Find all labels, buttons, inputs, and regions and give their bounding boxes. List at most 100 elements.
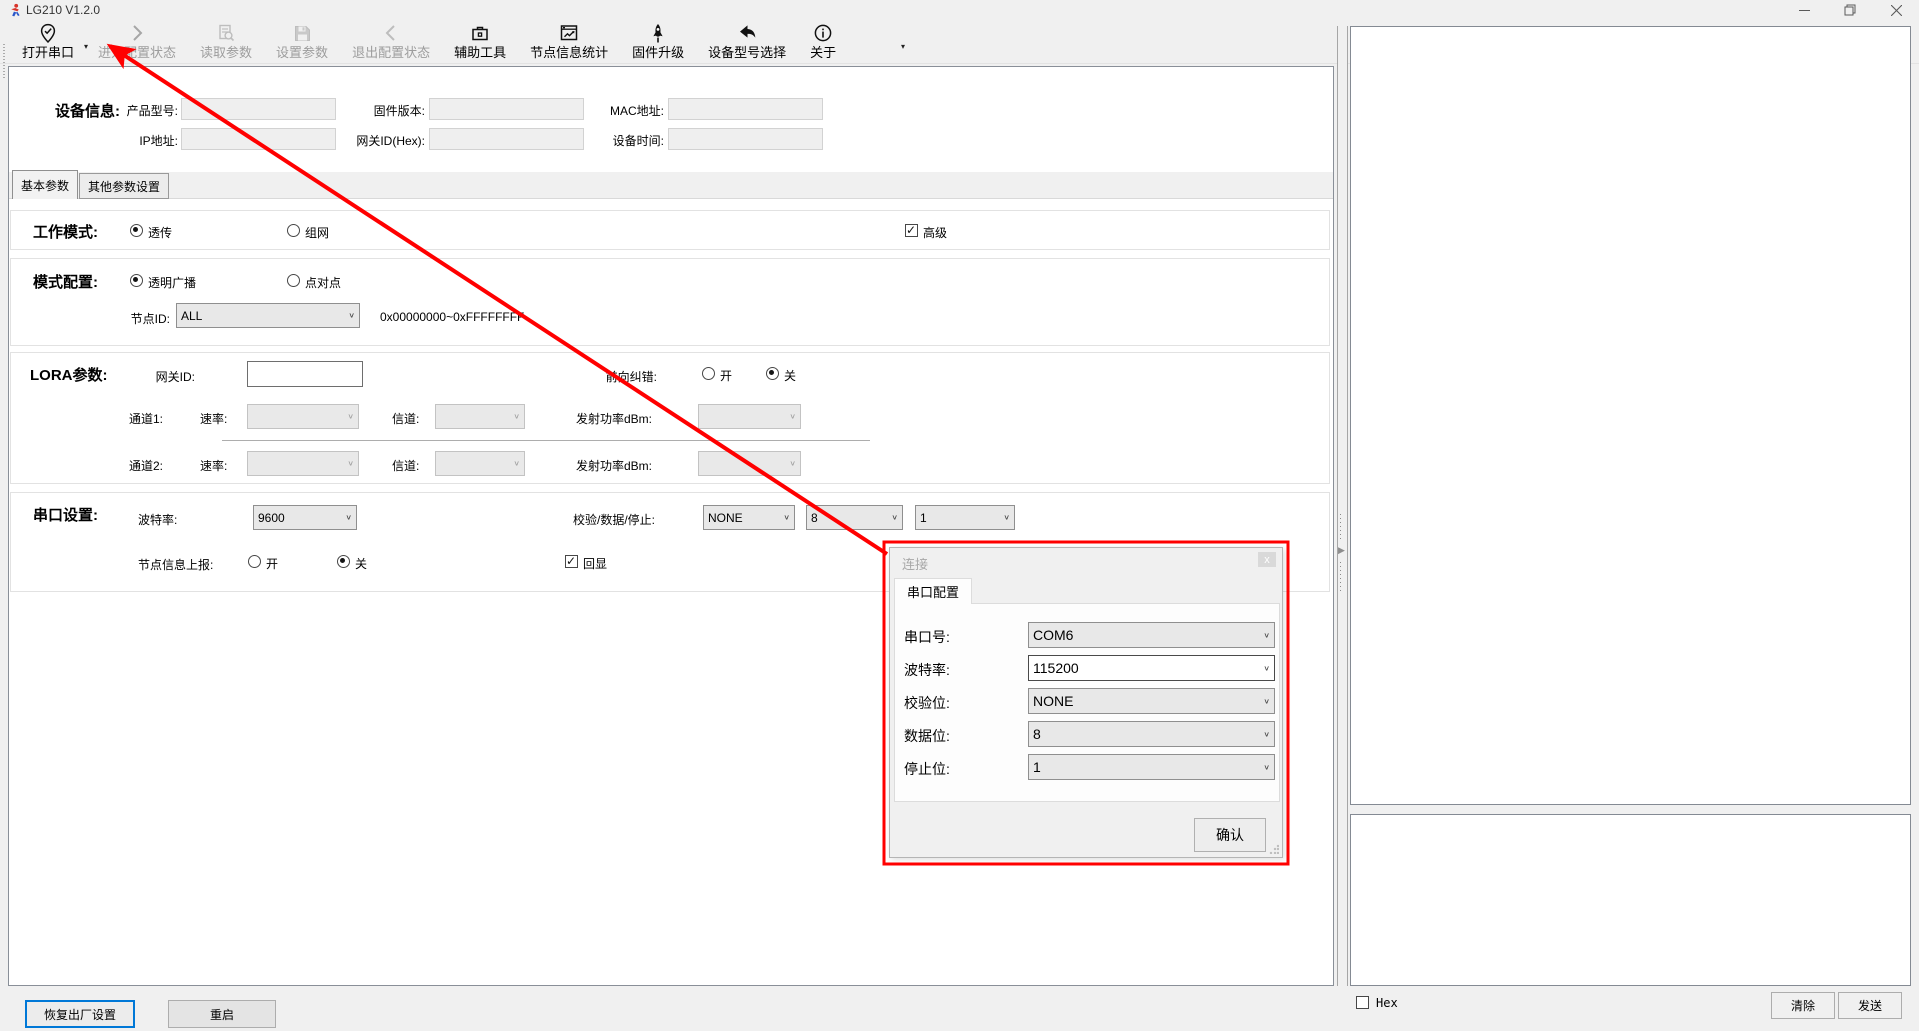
toolbar-item-label: 固件升级: [632, 45, 684, 61]
toolbar-about-button[interactable]: 关于: [798, 20, 848, 61]
channel2-channel-combo[interactable]: ∨: [435, 451, 525, 476]
channel2-power-combo[interactable]: ∨: [698, 451, 801, 476]
lora-params-title: LORA参数:: [30, 364, 108, 385]
toolbox-icon: [470, 22, 490, 44]
baud-rate-combo[interactable]: 9600∨: [253, 505, 357, 530]
node-report-radio-off[interactable]: [337, 555, 350, 568]
close-button[interactable]: [1873, 0, 1919, 20]
channel1-power-combo[interactable]: ∨: [698, 404, 801, 429]
channel-divider: [222, 440, 870, 441]
receive-log-panel[interactable]: [1350, 26, 1911, 805]
mode-option-label: 透明广播: [148, 274, 196, 291]
splitter-dots: [1340, 562, 1341, 594]
splitter-dots: [1340, 514, 1341, 542]
dialog-confirm-button[interactable]: 确认: [1194, 818, 1266, 852]
toolbar-item-label: 进入配置状态: [98, 45, 176, 61]
work-mode-title: 工作模式:: [33, 221, 98, 242]
echo-checkbox[interactable]: ✓: [565, 555, 578, 568]
node-id-range-hint: 0x00000000~0xFFFFFFFF: [380, 310, 524, 324]
dialog-resize-grip[interactable]: [1269, 844, 1279, 854]
channel2-rate-combo[interactable]: ∨: [247, 451, 359, 476]
ip-address-field[interactable]: [181, 128, 336, 150]
com-port-combo[interactable]: COM6∨: [1028, 622, 1275, 648]
toolbar-item-label: 读取参数: [200, 45, 252, 61]
parity-combo[interactable]: NONE∨: [703, 505, 795, 530]
toolbar-model-select-button[interactable]: 设备型号选择: [696, 20, 798, 61]
toolbar-open-serial-button[interactable]: 打开串口: [10, 20, 86, 61]
node-report-off-label: 关: [355, 555, 367, 572]
close-icon: [1891, 5, 1902, 16]
fec-off-label: 关: [784, 367, 796, 384]
toolbar-exit-config-button[interactable]: 退出配置状态: [340, 20, 442, 61]
toolbar-enter-config-button[interactable]: 进入配置状态: [86, 20, 188, 61]
gateway-id-hex-field[interactable]: [429, 128, 584, 150]
app-window: LG210 V1.2.0 打开串口 ▾: [0, 0, 1919, 1031]
chevron-down-icon: ∨: [783, 513, 790, 522]
toolbar-read-params-button[interactable]: 读取参数: [188, 20, 264, 61]
channel1-rate-combo[interactable]: ∨: [247, 404, 359, 429]
work-mode-radio-network[interactable]: [287, 224, 300, 237]
mode-radio-broadcast[interactable]: [130, 274, 143, 287]
chevron-down-icon: ∨: [789, 412, 796, 421]
toolbar-grip[interactable]: [3, 44, 5, 78]
node-id-combo[interactable]: ALL∨: [176, 303, 360, 328]
dialog-data-bits-label: 数据位:: [904, 726, 950, 746]
toolbar-item-label: 关于: [810, 45, 836, 61]
dialog-close-button[interactable]: x: [1258, 552, 1276, 567]
dialog-data-bits-combo[interactable]: 8∨: [1028, 721, 1275, 747]
advanced-checkbox[interactable]: ✓: [905, 224, 918, 237]
mode-radio-p2p[interactable]: [287, 274, 300, 287]
channel1-channel-combo[interactable]: ∨: [435, 404, 525, 429]
factory-reset-button[interactable]: 恢复出厂设置: [25, 1000, 135, 1028]
panel-splitter[interactable]: ▶: [1337, 26, 1348, 986]
chevron-down-icon: ∨: [1263, 730, 1270, 739]
dialog-baud-combo[interactable]: 115200∨: [1028, 655, 1275, 681]
about-caret-icon[interactable]: ▾: [901, 42, 905, 51]
data-bits-combo[interactable]: 8∨: [806, 505, 903, 530]
product-model-field[interactable]: [181, 98, 336, 120]
serial-settings-title: 串口设置:: [33, 504, 98, 525]
mac-address-field[interactable]: [668, 98, 823, 120]
toolbar-node-stats-button[interactable]: 节点信息统计: [518, 20, 620, 61]
node-report-radio-on[interactable]: [248, 555, 261, 568]
dialog-stop-bits-label: 停止位:: [904, 759, 950, 779]
baud-rate-label: 波特率:: [138, 511, 177, 528]
dialog-tab-serial-config[interactable]: 串口配置: [894, 578, 972, 604]
stats-window-icon: [559, 22, 579, 44]
clear-button[interactable]: 清除: [1771, 992, 1835, 1019]
tab-other-params[interactable]: 其他参数设置: [79, 173, 169, 199]
fec-radio-on[interactable]: [702, 367, 715, 380]
firmware-version-field[interactable]: [429, 98, 584, 120]
stop-bits-combo[interactable]: 1∨: [915, 505, 1015, 530]
send-button[interactable]: 发送: [1838, 992, 1902, 1019]
rate-label: 速率:: [200, 410, 227, 427]
dialog-stop-bits-combo[interactable]: 1∨: [1028, 754, 1275, 780]
splitter-collapse-icon[interactable]: ▶: [1338, 545, 1345, 556]
chevron-left-icon: [382, 22, 400, 44]
toolbar-write-params-button[interactable]: 设置参数: [264, 20, 340, 61]
chevron-down-icon: ∨: [1263, 763, 1270, 772]
chevron-down-icon: ∨: [348, 311, 355, 320]
work-mode-section: [10, 210, 1330, 250]
reboot-button[interactable]: 重启: [168, 1000, 276, 1028]
lora-gateway-id-label: 网关ID:: [137, 368, 195, 385]
undo-arrow-icon: [737, 22, 758, 44]
hex-checkbox[interactable]: [1356, 996, 1369, 1009]
tab-basic-params[interactable]: 基本参数: [12, 170, 78, 199]
minimize-button[interactable]: [1781, 0, 1827, 20]
device-time-field[interactable]: [668, 128, 823, 150]
com-port-label: 串口号:: [904, 627, 950, 647]
lora-gateway-id-input[interactable]: [247, 361, 363, 387]
toolbar-firmware-upgrade-button[interactable]: 固件升级: [620, 20, 696, 61]
open-serial-caret-icon[interactable]: ▾: [84, 42, 88, 51]
rate-label: 速率:: [200, 457, 227, 474]
toolbar-aux-tools-button[interactable]: 辅助工具: [442, 20, 518, 61]
fec-radio-off[interactable]: [766, 367, 779, 380]
title-bar: LG210 V1.2.0: [0, 0, 1919, 20]
dialog-parity-combo[interactable]: NONE∨: [1028, 688, 1275, 714]
chevron-down-icon: ∨: [1263, 664, 1270, 673]
maximize-button[interactable]: [1827, 0, 1873, 20]
pin-check-icon: [38, 22, 58, 44]
work-mode-radio-transparent[interactable]: [130, 224, 143, 237]
send-input-panel[interactable]: [1350, 814, 1911, 986]
